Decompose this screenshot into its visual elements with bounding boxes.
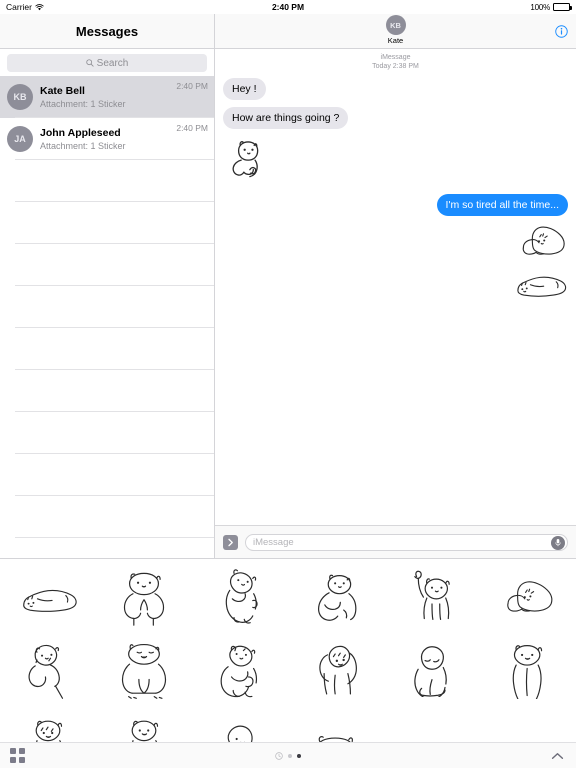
contact-header[interactable]: KB Kate — [385, 15, 406, 45]
message-preview: Attachment: 1 Sticker — [40, 98, 126, 109]
avatar: KB — [7, 84, 33, 110]
search-container: Search — [0, 49, 214, 76]
empty-rows-container — [0, 160, 214, 558]
message-bubble-incoming[interactable]: Hey ! — [223, 78, 266, 100]
apps-grid-icon[interactable] — [10, 748, 25, 763]
thread-navigation-bar: KB Kate — [215, 14, 576, 49]
thread-timestamp: iMessage Today 2:38 PM — [223, 53, 568, 71]
list-item-empty — [0, 202, 214, 244]
list-item-empty — [0, 454, 214, 496]
info-circle-icon[interactable] — [555, 25, 568, 43]
bear-holding-balloon-sticker[interactable] — [13, 639, 83, 703]
contact-name: Kate — [387, 36, 404, 45]
status-bar: Carrier 2:40 PM 100% — [0, 0, 576, 14]
search-input[interactable]: Search — [7, 54, 207, 72]
message-bubble-outgoing[interactable]: I'm so tired all the time... — [436, 194, 568, 216]
list-item-empty — [0, 370, 214, 412]
chevron-right-icon[interactable] — [223, 534, 238, 550]
message-row — [223, 268, 568, 300]
conversation-text: Kate Bell Attachment: 1 Sticker — [40, 85, 176, 110]
bear-sleeping-flat-sticker[interactable] — [13, 566, 83, 630]
ipad-messages-screen: Carrier 2:40 PM 100% Messages Search KB … — [0, 0, 576, 768]
service-label: iMessage — [380, 54, 411, 61]
bear-sad-sitting-sticker[interactable] — [397, 639, 467, 703]
list-item[interactable]: JA John Appleseed Attachment: 1 Sticker … — [0, 118, 214, 160]
bear-leaning-sticker[interactable] — [205, 566, 275, 630]
search-placeholder: Search — [96, 57, 129, 69]
bear-lying-down-sticker[interactable] — [516, 222, 568, 262]
sidebar-navigation-bar: Messages — [0, 14, 214, 49]
avatar: KB — [385, 15, 406, 35]
list-item-empty — [0, 496, 214, 538]
message-row: Hey ! — [223, 78, 568, 100]
bear-lying-down-sticker[interactable] — [493, 566, 563, 630]
page-dot-1[interactable] — [288, 753, 292, 758]
message-row — [223, 222, 568, 262]
bear-hands-up-sticker[interactable] — [301, 639, 371, 703]
timestamp: 2:40 PM — [176, 123, 208, 133]
message-input[interactable]: iMessage — [245, 533, 568, 551]
message-list: iMessage Today 2:38 PM Hey ! How are thi… — [215, 49, 576, 525]
conversation-text: John Appleseed Attachment: 1 Sticker — [40, 127, 176, 152]
message-preview: Attachment: 1 Sticker — [40, 140, 126, 151]
list-item[interactable]: KB Kate Bell Attachment: 1 Sticker 2:40 … — [0, 76, 214, 118]
recents-clock-icon[interactable] — [275, 747, 283, 765]
list-item-empty — [0, 244, 214, 286]
message-input-bar: iMessage — [215, 525, 576, 558]
date-label: Today 2:38 PM — [372, 63, 419, 70]
status-bar-right: 100% — [530, 2, 572, 12]
avatar: JA — [7, 126, 33, 152]
message-bubble-incoming[interactable]: How are things going ? — [223, 107, 349, 129]
battery-full-icon — [553, 3, 572, 11]
list-item-empty — [0, 328, 214, 370]
message-thread-pane: KB Kate iMessage Today 2:38 PM Hey ! How… — [215, 14, 576, 558]
status-bar-clock: 2:40 PM — [271, 2, 305, 12]
bear-sitting-crumbs-sticker[interactable] — [109, 639, 179, 703]
bear-sitting-sticker[interactable] — [301, 566, 371, 630]
page-dot-2[interactable] — [297, 753, 301, 758]
sticker-drawer — [0, 558, 576, 768]
conversation-list: KB Kate Bell Attachment: 1 Sticker 2:40 … — [0, 76, 214, 558]
bear-waving-sticker[interactable] — [397, 566, 467, 630]
battery-percent-label: 100% — [530, 2, 550, 12]
message-row — [223, 135, 568, 187]
sticker-grid — [0, 559, 576, 764]
microphone-icon[interactable] — [551, 535, 565, 550]
timestamp: 2:40 PM — [176, 81, 208, 91]
message-row: How are things going ? — [223, 107, 568, 129]
conversations-pane: Messages Search KB Kate Bell Attachment:… — [0, 14, 215, 558]
list-item-empty — [0, 538, 214, 558]
bear-standing-sticker[interactable] — [493, 639, 563, 703]
search-icon — [85, 54, 94, 72]
contact-name: Kate Bell — [40, 84, 85, 97]
bear-paws-together-sticker[interactable] — [109, 566, 179, 630]
message-row: I'm so tired all the time... — [223, 194, 568, 216]
list-item-empty — [0, 160, 214, 202]
bear-hugging-sticker[interactable] — [205, 639, 275, 703]
message-input-placeholder: iMessage — [253, 536, 294, 548]
bear-sleeping-flat-sticker[interactable] — [512, 268, 568, 300]
contact-name: John Appleseed — [40, 126, 121, 139]
page-indicator[interactable] — [275, 747, 301, 765]
list-item-empty — [0, 286, 214, 328]
list-item-empty — [0, 412, 214, 454]
chevron-up-icon[interactable] — [551, 747, 564, 765]
page-title: Messages — [75, 23, 139, 39]
drawer-toolbar — [0, 742, 576, 768]
bear-thinking-sticker[interactable] — [223, 135, 275, 187]
